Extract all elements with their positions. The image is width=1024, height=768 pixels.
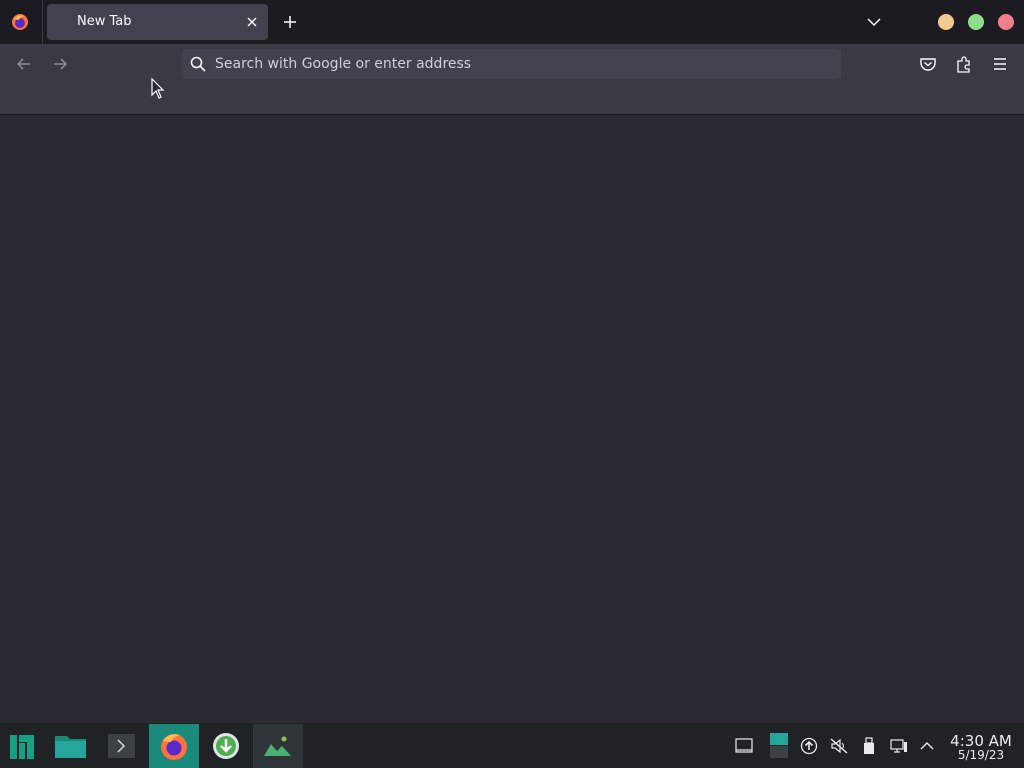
file-manager-button[interactable] <box>48 724 98 768</box>
chevron-down-icon[interactable] <box>864 12 884 32</box>
image-viewer-icon <box>264 736 291 756</box>
tab-title: New Tab <box>77 14 132 29</box>
volume-muted-icon[interactable] <box>830 736 848 756</box>
terminal-icon <box>108 734 135 758</box>
show-desktop-icon[interactable] <box>735 736 753 756</box>
image-viewer-button[interactable] <box>253 724 303 768</box>
chevron-up-icon[interactable] <box>918 736 936 756</box>
close-window-button[interactable] <box>998 14 1014 30</box>
search-icon <box>190 56 206 72</box>
terminal-button[interactable] <box>98 724 148 768</box>
firefox-icon <box>161 734 187 760</box>
forward-arrow-icon[interactable] <box>50 54 70 74</box>
manjaro-menu-button[interactable] <box>0 724 50 768</box>
address-bar[interactable] <box>182 49 841 79</box>
url-input[interactable] <box>215 49 815 79</box>
workspace-pager-icon[interactable] <box>769 732 789 760</box>
firefox-taskbar-button[interactable] <box>149 724 199 768</box>
close-tab-icon[interactable] <box>242 12 262 32</box>
network-wired-icon[interactable] <box>890 736 908 756</box>
page-content[interactable] <box>0 115 1024 723</box>
usb-device-icon[interactable] <box>860 736 878 756</box>
maximize-button[interactable] <box>968 14 984 30</box>
clock-date[interactable]: 5/19/23 <box>946 748 1016 762</box>
download-manager-icon <box>213 733 239 759</box>
pocket-icon[interactable] <box>918 54 938 74</box>
update-notifier-icon[interactable] <box>800 736 818 756</box>
tab-strip: New Tab <box>0 0 1024 44</box>
firefox-icon[interactable] <box>10 12 30 32</box>
download-manager-button[interactable] <box>201 724 251 768</box>
file-manager-icon <box>55 736 86 758</box>
tab-new-tab[interactable]: New Tab <box>47 4 268 40</box>
new-tab-plus-icon[interactable] <box>279 11 301 33</box>
extensions-puzzle-icon[interactable] <box>954 54 974 74</box>
tab-separator <box>42 0 43 44</box>
hamburger-menu-icon[interactable] <box>990 54 1010 74</box>
back-arrow-icon[interactable] <box>14 54 34 74</box>
minimize-button[interactable] <box>938 14 954 30</box>
manjaro-menu-icon <box>10 735 34 759</box>
mouse-cursor-icon <box>151 77 165 99</box>
desktop-screen: New Tab Search with Google or enter addr… <box>0 0 1024 768</box>
